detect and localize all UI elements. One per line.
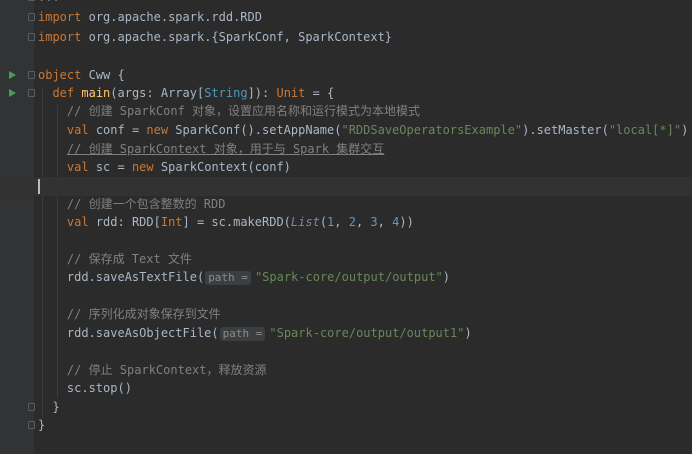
current-line[interactable] xyxy=(0,177,692,196)
code-text: } xyxy=(38,418,46,432)
code-line[interactable]: // 创建 SparkConf 对象，设置应用名称和运行模式为本地模式 xyxy=(0,102,692,121)
comment: // 创建一个包含整数的 RDD xyxy=(66,197,226,211)
fold-icon[interactable] xyxy=(28,89,35,97)
comment: // 停止 SparkContext，释放资源 xyxy=(66,363,267,377)
comment: // 创建 SparkConf 对象，设置应用名称和运行模式为本地模式 xyxy=(66,104,421,118)
comment: // 保存成 Text 文件 xyxy=(66,252,192,266)
fold-icon[interactable] xyxy=(28,0,35,1)
code-line[interactable]: sc.stop() xyxy=(0,379,692,398)
fold-icon[interactable] xyxy=(28,33,35,41)
code-text: def main(args: Array[String]): Unit = { xyxy=(52,86,335,100)
code-text: object Cww { xyxy=(38,68,125,82)
code-line[interactable]: rdd.saveAsTextFile(path = "Spark-core/out… xyxy=(0,268,692,287)
code-text: import org.apache.spark.rdd.RDD xyxy=(38,10,262,24)
fold-icon[interactable] xyxy=(28,13,35,21)
run-icon[interactable] xyxy=(9,71,16,79)
fold-icon[interactable] xyxy=(28,421,35,429)
parameter-hint: path = xyxy=(219,327,266,341)
code-line[interactable]: } xyxy=(0,398,692,417)
code-line[interactable]: // 保存成 Text 文件 xyxy=(0,250,692,269)
run-icon[interactable] xyxy=(9,89,16,97)
code-line[interactable]: ... xyxy=(0,0,692,7)
fold-icon[interactable] xyxy=(28,403,35,411)
code-text: import org.apache.spark.{SparkConf, Spar… xyxy=(38,30,393,44)
code-text: } xyxy=(52,400,60,414)
code-line[interactable]: def main(args: Array[String]): Unit = { xyxy=(0,84,692,103)
code-text: rdd.saveAsObjectFile(path = "Spark-core/o… xyxy=(66,326,472,341)
text-caret xyxy=(38,179,40,194)
code-line[interactable]: val rdd: RDD[Int] = sc.makeRDD(List(1, 2… xyxy=(0,213,692,232)
fold-icon[interactable] xyxy=(28,71,35,79)
parameter-hint: path = xyxy=(205,271,251,285)
code-line[interactable]: val sc = new SparkContext(conf) xyxy=(0,158,692,177)
code-text: sc.stop() xyxy=(66,381,132,395)
code-line[interactable]: object Cww { xyxy=(0,66,692,85)
code-line[interactable]: // 创建 SparkContext 对象，用于与 Spark 集群交互 xyxy=(0,140,692,159)
code-line[interactable]: } xyxy=(0,416,692,435)
code-text: val sc = new SparkContext(conf) xyxy=(66,160,291,174)
code-line[interactable]: // 停止 SparkContext，释放资源 xyxy=(0,361,692,380)
code-text: rdd.saveAsTextFile(path = "Spark-core/out… xyxy=(66,270,451,285)
comment: // 创建 SparkContext 对象，用于与 Spark 集群交互 xyxy=(66,142,385,156)
code-line[interactable]: // 创建一个包含整数的 RDD xyxy=(0,195,692,214)
comment: // 序列化成对象保存到文件 xyxy=(66,307,221,321)
code-line[interactable]: val conf = new SparkConf().setAppName("R… xyxy=(0,121,692,140)
code-text: ... xyxy=(38,0,60,7)
code-line[interactable]: rdd.saveAsObjectFile(path = "Spark-core/o… xyxy=(0,324,692,343)
code-text: val conf = new SparkConf().setAppName("R… xyxy=(66,123,689,137)
code-text: val rdd: RDD[Int] = sc.makeRDD(List(1, 2… xyxy=(66,215,414,229)
code-line[interactable]: import org.apache.spark.rdd.RDD xyxy=(0,8,692,27)
code-editor[interactable]: ... import org.apache.spark.rdd.RDD impo… xyxy=(0,0,692,454)
code-line[interactable]: // 序列化成对象保存到文件 xyxy=(0,305,692,324)
code-line[interactable]: import org.apache.spark.{SparkConf, Spar… xyxy=(0,28,692,47)
